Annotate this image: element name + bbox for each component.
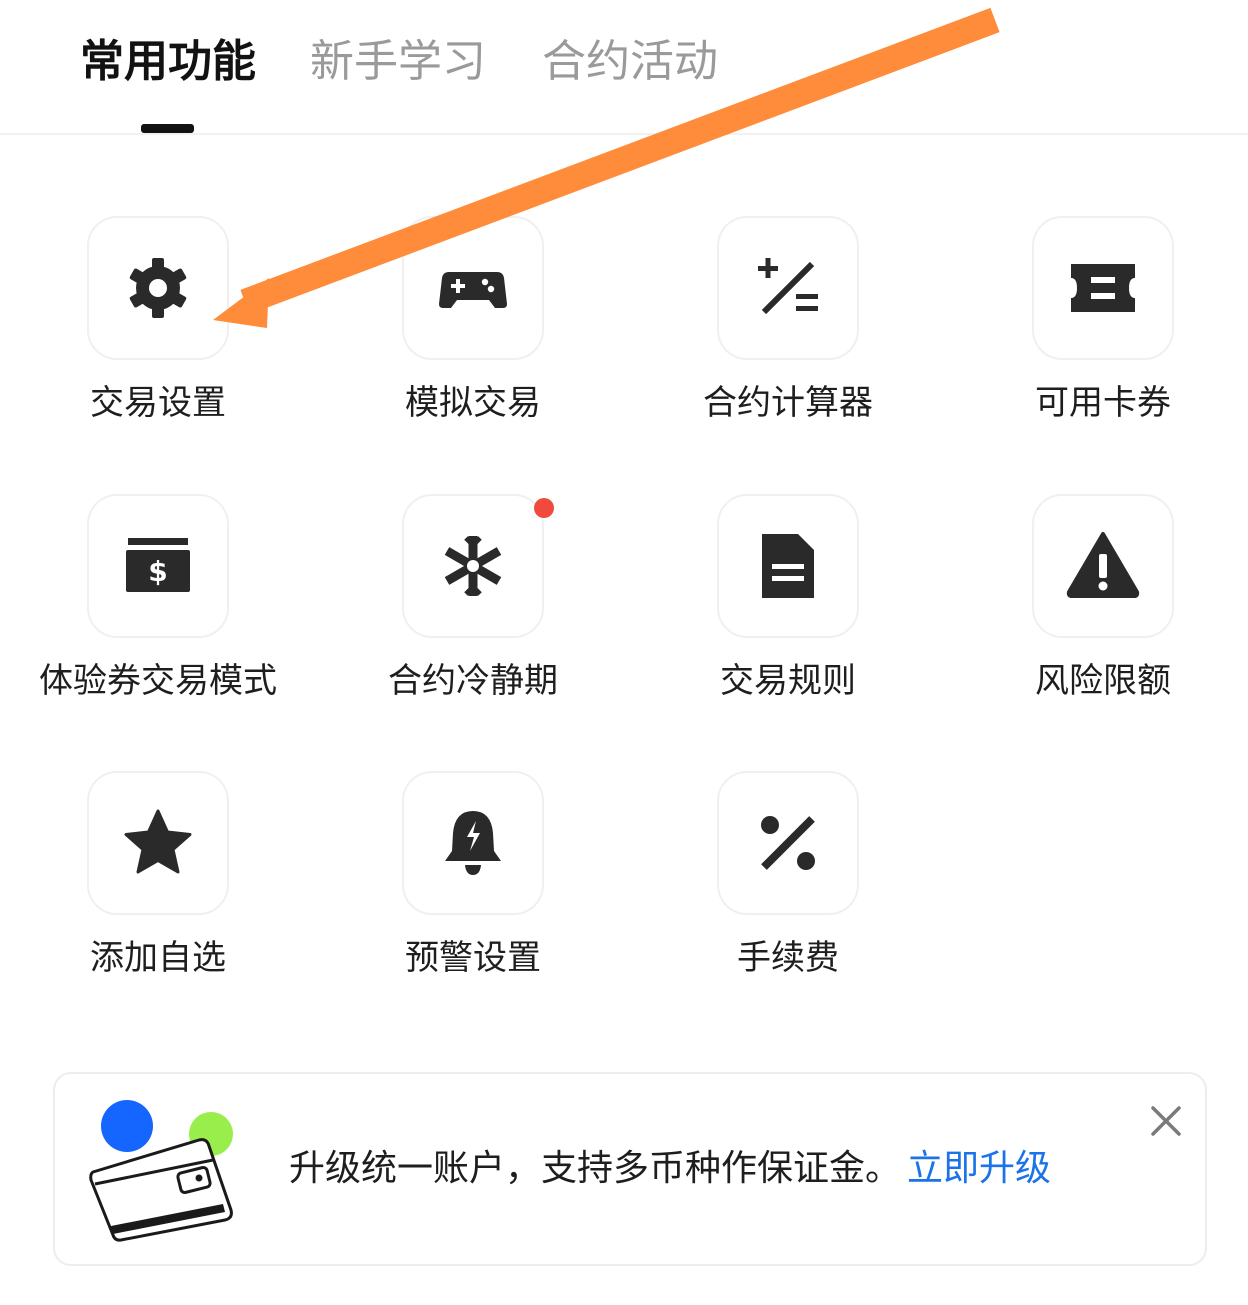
trade-settings-label: 交易设置: [90, 383, 226, 423]
document-icon: [762, 534, 814, 598]
tab-common-functions[interactable]: 常用功能: [80, 30, 256, 94]
notification-dot: [534, 498, 554, 518]
contract-calculator-button[interactable]: 合约计算器: [637, 216, 937, 446]
star-icon: [124, 809, 192, 874]
trade-settings-tile[interactable]: [87, 216, 229, 360]
trading-rules-button[interactable]: 交易规则: [637, 494, 937, 724]
add-favorites-button[interactable]: 添加自选: [7, 771, 307, 1001]
trade-settings-button[interactable]: 交易设置: [7, 216, 307, 446]
contract-calculator-label: 合约计算器: [703, 383, 873, 423]
trading-rules-label: 交易规则: [720, 661, 856, 701]
svg-text:$: $: [148, 555, 167, 588]
experience-coupon-mode-button[interactable]: $ 体验券交易模式: [7, 494, 307, 724]
cash-icon: $: [126, 538, 190, 592]
alert-settings-label: 预警设置: [405, 938, 541, 978]
tab-contract-activities[interactable]: 合约活动: [542, 30, 718, 94]
wallet-illustration: [89, 1100, 233, 1242]
contract-calculator-tile[interactable]: [717, 216, 859, 360]
simulated-trading-tile[interactable]: [402, 216, 544, 360]
unified-account-banner: 升级统一账户，支持多币种作保证金。 立即升级: [53, 1072, 1207, 1266]
risk-limit-button[interactable]: 风险限额: [952, 494, 1248, 724]
simulated-trading-label: 模拟交易: [405, 383, 541, 423]
tab-beginner-learning[interactable]: 新手学习: [310, 30, 486, 94]
trading-fees-button[interactable]: 手续费: [637, 771, 937, 1001]
contract-cooling-period-tile[interactable]: [402, 494, 554, 638]
experience-coupon-mode-label: 体验券交易模式: [39, 661, 277, 701]
banner-text: 升级统一账户，支持多币种作保证金。: [289, 1148, 902, 1189]
risk-limit-tile[interactable]: [1032, 494, 1174, 638]
alert-settings-tile[interactable]: [402, 771, 544, 915]
gamepad-icon: [439, 272, 507, 308]
contract-cooling-period-label: 合约冷静期: [388, 661, 558, 701]
available-coupons-button[interactable]: 可用卡券: [952, 216, 1248, 446]
available-coupons-tile[interactable]: [1032, 216, 1174, 360]
page: 常用功能 新手学习 合约活动 交易设置 模拟交易 合约计算器 可用卡券 $ 体验…: [0, 0, 1248, 1305]
banner-message: 升级统一账户，支持多币种作保证金。 立即升级: [289, 1144, 1051, 1194]
trading-fees-tile[interactable]: [717, 771, 859, 915]
add-favorites-tile[interactable]: [87, 771, 229, 915]
tab-bar: 常用功能 新手学习 合约活动: [0, 0, 1248, 135]
gear-icon: [129, 258, 187, 318]
calculator-icon: [758, 258, 818, 315]
close-icon[interactable]: [1149, 1104, 1183, 1138]
active-tab-indicator: [141, 124, 194, 133]
available-coupons-label: 可用卡券: [1035, 383, 1171, 423]
contract-cooling-period-button[interactable]: 合约冷静期: [322, 494, 622, 724]
experience-coupon-mode-tile[interactable]: $: [87, 494, 229, 638]
trading-fees-label: 手续费: [737, 938, 839, 978]
warning-icon: [1066, 532, 1140, 598]
add-favorites-label: 添加自选: [90, 938, 226, 978]
upgrade-now-link[interactable]: 立即升级: [907, 1148, 1051, 1189]
snowflake-icon: [444, 536, 502, 596]
risk-limit-label: 风险限额: [1035, 661, 1171, 701]
bell-alert-icon: [445, 811, 501, 875]
trading-rules-tile[interactable]: [717, 494, 859, 638]
alert-settings-button[interactable]: 预警设置: [322, 771, 622, 1001]
percent-icon: [761, 816, 815, 870]
ticket-icon: [1071, 264, 1135, 312]
simulated-trading-button[interactable]: 模拟交易: [322, 216, 622, 446]
